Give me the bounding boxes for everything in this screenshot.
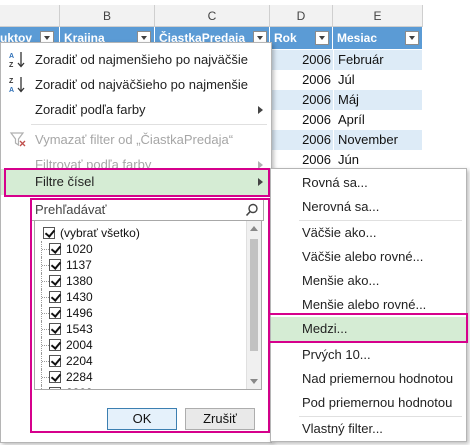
sort-by-color-item[interactable]: Zoradiť podľa farby (1, 97, 271, 122)
column-header-b[interactable]: B (60, 5, 155, 27)
menu-item-label: Zoradiť od najväčšieho po najmenšie (35, 77, 249, 92)
number-filters-callout (4, 168, 270, 197)
greater-equal-item[interactable]: Väčšie alebo rovné... (271, 245, 466, 269)
svg-text:A: A (9, 87, 14, 93)
menu-item-label: Zoradiť podľa farby (35, 102, 146, 117)
between-callout (268, 313, 468, 343)
svg-text:A: A (9, 53, 14, 60)
autofilter-menu: A Z Zoradiť od najmenšieho po najväčšie … (0, 42, 272, 443)
table-header-mesiac: Mesiac (333, 27, 423, 49)
menu-item-label: Vymazať filter od „ČiastkaPredaja“ (35, 132, 234, 147)
cell-rok[interactable]: 2006 (272, 90, 334, 110)
clear-filter-item[interactable]: Vymazať filter od „ČiastkaPredaja“ (1, 127, 271, 152)
greater-than-item[interactable]: Väčšie ako... (271, 221, 466, 245)
sort-ascending-icon: A Z (9, 52, 25, 68)
table-header-label: Rok (274, 31, 297, 45)
not-equals-item[interactable]: Nerovná sa... (271, 195, 466, 219)
cell-mesiac[interactable]: Jún (334, 150, 422, 170)
menu-item-label: Zoradiť od najmenšieho po najväčšie (35, 52, 249, 67)
clear-filter-icon (9, 132, 26, 147)
cell-rok[interactable]: 2006 (272, 50, 334, 70)
sort-descending-item[interactable]: Z A Zoradiť od najväčšieho po najmenšie (1, 72, 271, 97)
svg-text:Z: Z (9, 78, 14, 85)
filter-dropdown-icon[interactable] (315, 31, 329, 45)
value-list-callout (30, 198, 270, 433)
less-than-item[interactable]: Menšie ako... (271, 269, 466, 293)
equals-item[interactable]: Rovná sa... (271, 171, 466, 195)
table-header-label: Mesiac (337, 31, 378, 45)
ok-button[interactable]: OK (107, 408, 177, 430)
cell-rok[interactable]: 2006 (272, 70, 334, 90)
top-10-item[interactable]: Prvých 10... (271, 343, 466, 367)
cell-mesiac[interactable]: Máj (334, 90, 422, 110)
above-average-item[interactable]: Nad priemernou hodnotou (271, 367, 466, 391)
table-header-rok: Rok (270, 27, 333, 49)
column-header-partial (0, 5, 60, 27)
filter-dropdown-icon[interactable] (405, 31, 419, 45)
column-header-c[interactable]: C (155, 5, 270, 27)
custom-filter-item[interactable]: Vlastný filter... (271, 417, 466, 441)
sort-ascending-item[interactable]: A Z Zoradiť od najmenšieho po najväčšie (1, 47, 271, 72)
svg-text:Z: Z (9, 62, 14, 68)
submenu-arrow-icon (258, 106, 263, 114)
cell-mesiac[interactable]: Február (334, 50, 422, 70)
cell-mesiac[interactable]: Apríl (334, 110, 422, 130)
cell-mesiac[interactable]: November (334, 130, 422, 150)
number-filters-submenu: Rovná sa... Nerovná sa... Väčšie ako... … (270, 168, 467, 442)
below-average-item[interactable]: Pod priemernou hodnotou (271, 391, 466, 415)
menu-separator (31, 124, 267, 125)
cell-rok[interactable]: 2006 (272, 130, 334, 150)
cell-rok[interactable]: 2006 (272, 110, 334, 130)
cancel-button[interactable]: Zrušiť (185, 408, 255, 430)
column-header-e[interactable]: E (333, 5, 423, 27)
cell-mesiac[interactable]: Júl (334, 70, 422, 90)
column-header-d[interactable]: D (270, 5, 333, 27)
cell-rok[interactable]: 2006 (272, 150, 334, 170)
sort-descending-icon: Z A (9, 77, 25, 93)
